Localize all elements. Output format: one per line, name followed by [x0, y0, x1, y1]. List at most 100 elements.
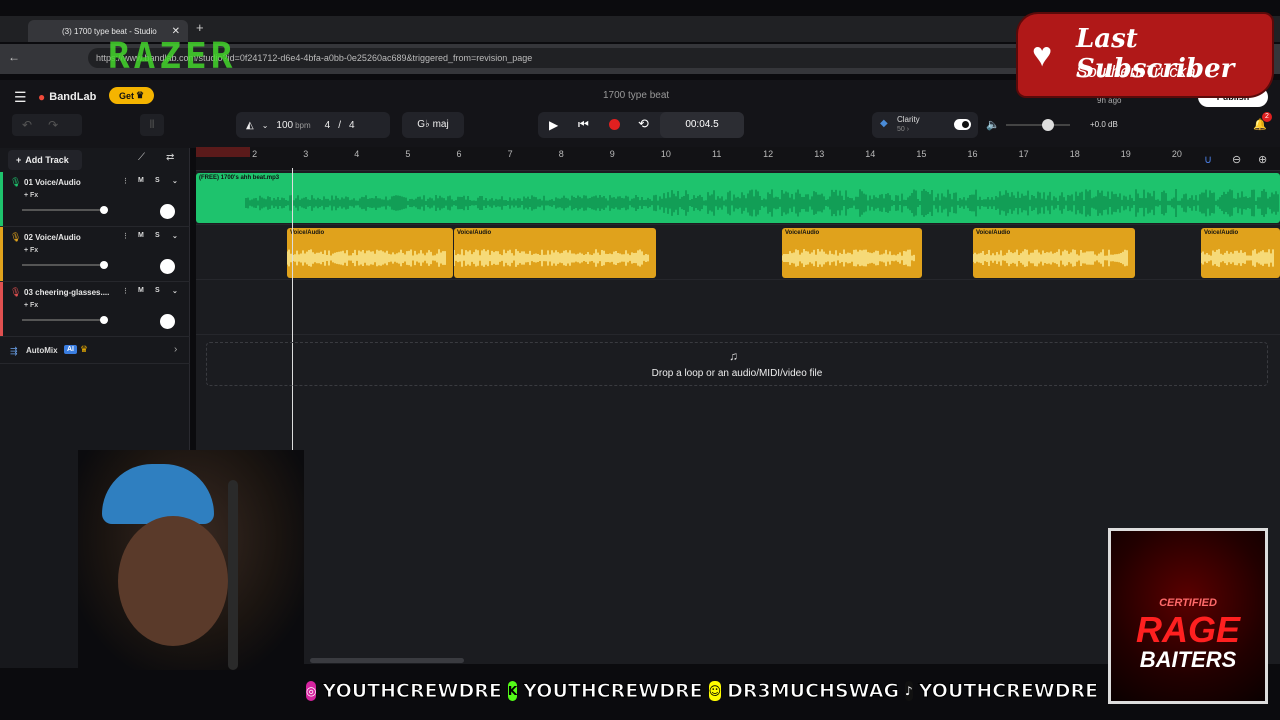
time-signature-denominator[interactable]: 4	[349, 120, 355, 131]
track-lane-2[interactable]: Voice/Audio Voice/Audio Voice/Audio Voice/A…	[196, 226, 1280, 280]
drop-zone[interactable]: ♫ Drop a loop or an audio/MIDI/video fil…	[206, 342, 1268, 386]
mute-button[interactable]: M	[138, 177, 144, 184]
track-lane-3[interactable]	[196, 281, 1280, 335]
face	[118, 516, 228, 646]
chevron-right-icon: ›	[174, 344, 178, 355]
add-fx-button[interactable]: + Fx	[24, 302, 38, 309]
ruler-tick: 7	[507, 149, 513, 159]
waveform	[782, 249, 915, 267]
kick-handle: YOUTHCREWDRE	[523, 680, 703, 703]
redo-icon[interactable]: ↷	[48, 118, 58, 132]
chevron-down-icon[interactable]: ⌄	[172, 232, 178, 240]
bandlab-logo[interactable]: ● BandLab	[38, 90, 96, 104]
track-volume-knob[interactable]	[99, 206, 108, 214]
automix-icon: ⇶	[10, 346, 18, 356]
zoom-out-icon[interactable]: ⊖	[1232, 153, 1241, 166]
solo-button[interactable]: S	[155, 177, 160, 184]
automix-row[interactable]: ⇶ AutoMix AI ♛ ›	[0, 338, 190, 364]
chevron-down-icon[interactable]: ⌄	[172, 287, 178, 295]
loop-icon[interactable]: ⟲	[638, 116, 649, 132]
kick-icon: K	[507, 681, 518, 701]
track-volume-knob[interactable]	[99, 261, 108, 269]
drop-zone-text: Drop a loop or an audio/MIDI/video file	[651, 368, 823, 379]
crown-icon: ♛	[135, 90, 145, 100]
new-tab-button[interactable]: +	[196, 20, 204, 35]
track-volume-slider[interactable]	[22, 316, 108, 324]
track-volume-slider[interactable]	[22, 206, 108, 214]
back-icon[interactable]: ←	[8, 50, 20, 64]
add-fx-button[interactable]: + Fx	[24, 192, 38, 199]
track-name[interactable]: 02 Voice/Audio	[24, 233, 81, 242]
track-header[interactable]: 🎙 01 Voice/Audio + Fx ⋮ M S ⌄	[0, 172, 190, 227]
ruler-tick: 14	[865, 149, 876, 159]
clarity-label: Clarity	[897, 115, 920, 124]
track-volume-knob[interactable]	[99, 316, 108, 324]
audio-clip[interactable]: Voice/Audio	[973, 228, 1135, 278]
track-header[interactable]: 🎙 02 Voice/Audio + Fx ⋮ M S ⌄	[0, 227, 190, 282]
automix-label: AutoMix	[26, 346, 58, 355]
track-volume-slider[interactable]	[22, 261, 108, 269]
clarity-toggle[interactable]	[954, 119, 971, 130]
metronome-icon[interactable]: ◭	[246, 120, 254, 131]
instagram-icon: ◎	[306, 681, 317, 701]
metronome-dropdown-icon[interactable]: ⌄	[262, 121, 269, 130]
zoom-in-icon[interactable]: ⊕	[1258, 153, 1267, 166]
undo-icon[interactable]: ↶	[22, 118, 32, 132]
bandlab-icon: ●	[38, 90, 46, 104]
ruler-tick: 13	[814, 149, 825, 159]
pan-knob[interactable]	[160, 314, 175, 329]
master-volume-knob[interactable]	[1042, 119, 1054, 131]
pan-knob[interactable]	[160, 259, 175, 274]
loop-region[interactable]	[196, 147, 250, 157]
horizontal-scrollbar[interactable]	[310, 658, 464, 663]
rage-baiters-logo: CERTIFIED RAGE BAITERS	[1108, 528, 1268, 704]
track-header[interactable]: 🎙 03 cheering-glasses.... + Fx ⋮ M S ⌄	[0, 282, 190, 337]
track-options-icon[interactable]: ⋮	[122, 287, 129, 295]
solo-button[interactable]: S	[155, 232, 160, 239]
microphone-icon: 🎙	[10, 232, 22, 242]
razer-logo-overlay: RAZER	[108, 36, 237, 77]
menu-icon[interactable]: ☰	[14, 89, 27, 106]
record-icon[interactable]	[609, 119, 620, 130]
track-color-bar	[0, 282, 3, 336]
master-volume-slider[interactable]	[1006, 119, 1070, 131]
track-color-bar	[0, 172, 3, 226]
audio-clip[interactable]: (FREE) 1700's ahh beat.mp3	[196, 173, 1280, 223]
close-tab-icon[interactable]: ✕	[172, 26, 180, 37]
timeline-ruler[interactable]: 1234567891011121314151617181920	[196, 147, 1280, 171]
chevron-down-icon[interactable]: ⌄	[172, 177, 178, 185]
bpm-unit: bpm	[295, 120, 311, 130]
track-name[interactable]: 03 cheering-glasses....	[24, 288, 109, 297]
bpm-value[interactable]: 100	[276, 120, 293, 131]
mixer-icon[interactable]: ⦀	[140, 114, 164, 136]
audio-clip[interactable]: Voice/Audio	[782, 228, 922, 278]
track-lane-1[interactable]: (FREE) 1700's ahh beat.mp3	[196, 171, 1280, 225]
add-fx-button[interactable]: + Fx	[24, 247, 38, 254]
time-signature-numerator[interactable]: 4	[325, 120, 331, 131]
waveform-svg	[287, 249, 446, 267]
add-track-button[interactable]: + Add Track	[8, 150, 82, 170]
track-name[interactable]: 01 Voice/Audio	[24, 178, 81, 187]
ruler-tick: 12	[763, 149, 774, 159]
snap-icon[interactable]: ∪	[1204, 153, 1212, 166]
key-selector[interactable]: G♭ maj	[402, 112, 464, 138]
track-options-icon[interactable]: ⋮	[122, 232, 129, 240]
ruler-tick: 19	[1120, 149, 1131, 159]
mute-button[interactable]: M	[138, 232, 144, 239]
get-button[interactable]: Get ♛	[109, 87, 154, 104]
skip-to-start-icon[interactable]: ⏮	[578, 117, 589, 132]
audio-clip[interactable]: Voice/Audio	[287, 228, 453, 278]
play-icon[interactable]: ▶	[549, 118, 558, 132]
volume-icon[interactable]: 🔈	[986, 118, 1000, 131]
audio-clip[interactable]: Voice/Audio	[1201, 228, 1280, 278]
audio-clip[interactable]: Voice/Audio	[454, 228, 656, 278]
waveform	[973, 249, 1128, 267]
pan-knob[interactable]	[160, 204, 175, 219]
track-settings-icon[interactable]: ⇄	[166, 152, 174, 163]
track-options-icon[interactable]: ⋮	[122, 177, 129, 185]
automation-icon[interactable]: ⟋	[138, 152, 145, 163]
microphone-icon: 🎙	[10, 287, 22, 297]
solo-button[interactable]: S	[155, 287, 160, 294]
mute-button[interactable]: M	[138, 287, 144, 294]
ruler-tick: 9	[609, 149, 615, 159]
